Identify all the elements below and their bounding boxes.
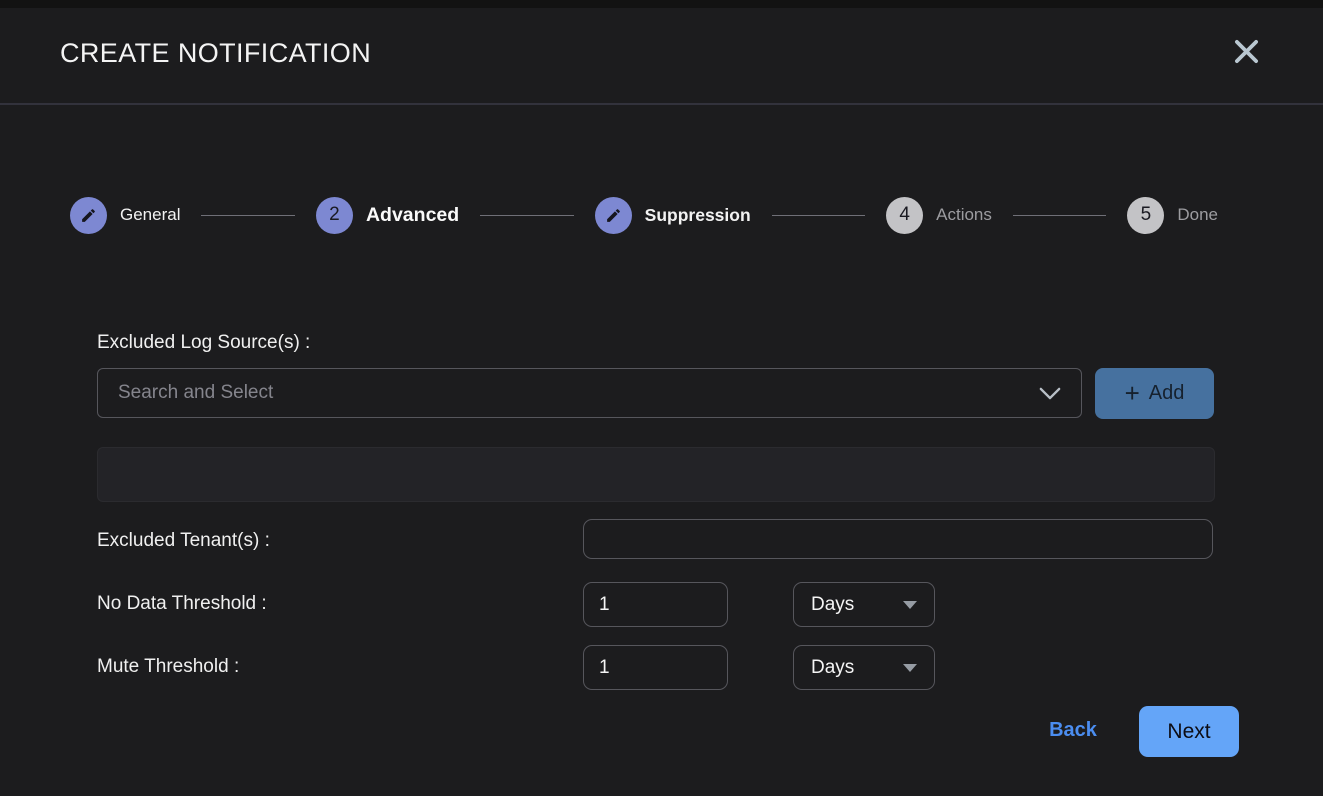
step-suppression[interactable]: Suppression: [595, 197, 751, 234]
step-connector: [1013, 215, 1106, 216]
next-button[interactable]: Next: [1139, 706, 1239, 757]
step-general[interactable]: General: [70, 197, 180, 234]
no-data-threshold-unit-select[interactable]: Days: [793, 582, 935, 627]
mute-threshold-value-input[interactable]: [583, 645, 728, 690]
step-actions-number: 4: [899, 204, 910, 226]
step-actions-circle: 4: [886, 197, 923, 234]
step-actions-label: Actions: [936, 205, 992, 225]
step-suppression-circle: [595, 197, 632, 234]
excluded-log-sources-selected-panel: [97, 447, 1215, 502]
step-connector: [201, 215, 294, 216]
step-general-circle: [70, 197, 107, 234]
chevron-down-icon: [1039, 387, 1061, 400]
step-advanced[interactable]: 2 Advanced: [316, 197, 459, 234]
header-divider: [0, 103, 1323, 105]
back-button[interactable]: Back: [1028, 719, 1118, 742]
dropdown-arrow-icon: [903, 664, 917, 672]
dropdown-arrow-icon: [903, 601, 917, 609]
no-data-threshold-label: No Data Threshold :: [97, 593, 267, 615]
wizard-stepper: General 2 Advanced Suppression 4 Actions…: [70, 196, 1218, 234]
step-general-label: General: [120, 205, 180, 225]
step-connector: [480, 215, 573, 216]
mute-threshold-label: Mute Threshold :: [97, 656, 239, 678]
excluded-tenants-input[interactable]: [583, 519, 1213, 559]
pencil-icon: [605, 207, 622, 224]
step-advanced-number: 2: [329, 204, 340, 226]
step-advanced-label: Advanced: [366, 204, 459, 227]
step-suppression-label: Suppression: [645, 205, 751, 226]
step-actions[interactable]: 4 Actions: [886, 197, 992, 234]
no-data-threshold-value-input[interactable]: [583, 582, 728, 627]
add-button[interactable]: + Add: [1095, 368, 1214, 419]
step-done-circle: 5: [1127, 197, 1164, 234]
step-connector: [772, 215, 865, 216]
excluded-tenants-label: Excluded Tenant(s) :: [97, 530, 270, 552]
excluded-log-sources-label: Excluded Log Source(s) :: [97, 332, 310, 354]
step-advanced-circle: 2: [316, 197, 353, 234]
close-button[interactable]: [1226, 31, 1266, 71]
step-done[interactable]: 5 Done: [1127, 197, 1218, 234]
add-button-label: Add: [1149, 382, 1185, 405]
window-top-edge: [0, 0, 1323, 8]
step-done-number: 5: [1141, 204, 1152, 226]
excluded-log-sources-placeholder: Search and Select: [118, 382, 1039, 404]
mute-threshold-unit-select[interactable]: Days: [793, 645, 935, 690]
close-icon: [1230, 35, 1263, 68]
excluded-log-sources-select[interactable]: Search and Select: [97, 368, 1082, 418]
step-done-label: Done: [1177, 205, 1218, 225]
plus-icon: +: [1125, 380, 1140, 406]
no-data-threshold-unit-value: Days: [811, 594, 854, 616]
dialog-title: CREATE NOTIFICATION: [60, 38, 371, 69]
pencil-icon: [80, 207, 97, 224]
mute-threshold-unit-value: Days: [811, 657, 854, 679]
